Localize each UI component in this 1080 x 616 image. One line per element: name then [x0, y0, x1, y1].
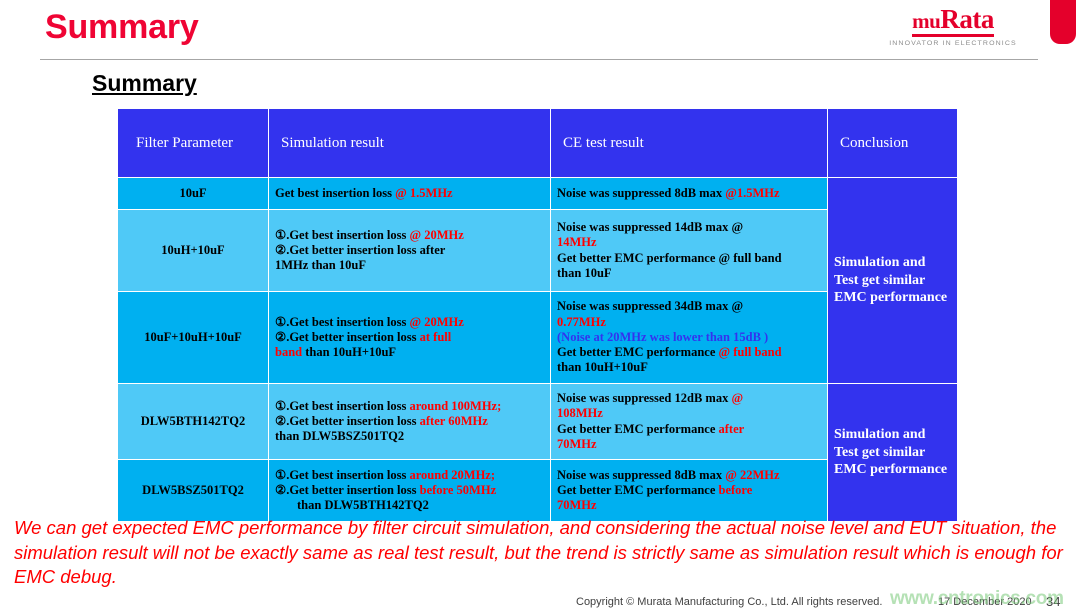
- cell-simulation-result: ①.Get best insertion loss around 20MHz; …: [268, 459, 551, 522]
- sim-line-1-highlight: around 20MHz;: [409, 467, 496, 482]
- table-row: 10uF Get best insertion loss @ 1.5MHz No…: [117, 177, 958, 384]
- ce-text-highlight: @1.5MHz: [725, 185, 780, 200]
- cell-simulation-result: Get best insertion loss @ 1.5MHz: [268, 177, 551, 210]
- cell-ce-test-result: Noise was suppressed 8dB max @ 22MHz Get…: [550, 459, 828, 522]
- sim-line-2-plain: ②.Get better insertion loss: [275, 413, 420, 428]
- sim-line-2-highlight: before 50MHz: [419, 482, 497, 497]
- cell-simulation-result: ①.Get best insertion loss @ 20MHz ②.Get …: [268, 209, 551, 292]
- sim-line-3-highlight: band: [275, 345, 303, 360]
- sim-line-2: ②.Get better insertion loss after: [275, 242, 446, 257]
- ce-line-1: Noise was suppressed 14dB max @: [557, 220, 744, 234]
- sim-line-1-plain: ①.Get best insertion loss: [275, 467, 410, 482]
- cell-ce-test-result: Noise was suppressed 14dB max @ 14MHz Ge…: [550, 209, 828, 292]
- cell-simulation-result: ①.Get best insertion loss around 100MHz;…: [268, 383, 551, 460]
- cell-filter-parameter: 10uH+10uF: [117, 209, 269, 292]
- sim-line-1-plain: ①.Get best insertion loss: [275, 398, 410, 413]
- sim-line-2-plain: ②.Get better insertion loss: [275, 329, 420, 344]
- ce-line-2-plain: Get better EMC performance: [557, 482, 719, 497]
- page-title: Summary: [45, 8, 199, 46]
- header-divider: [40, 59, 1038, 60]
- murata-wordmark: muRata: [912, 6, 994, 37]
- ce-line-3-note: (Noise at 20MHz was lower than 15dB ): [557, 329, 769, 344]
- sim-line-1-highlight: @ 20MHz: [409, 227, 464, 242]
- sim-text-highlight: @ 1.5MHz: [395, 185, 453, 200]
- ce-line-3-plain: Get better EMC performance: [557, 421, 719, 436]
- ce-line-1-highlight: @: [731, 391, 744, 405]
- ce-line-1-plain: Noise was suppressed 8dB max: [557, 467, 726, 482]
- table-header-row: Filter Parameter Simulation result CE te…: [117, 108, 958, 178]
- cell-ce-test-result: Noise was suppressed 8dB max @1.5MHz: [550, 177, 828, 210]
- cell-ce-test-result: Noise was suppressed 34dB max @ 0.77MHz …: [550, 291, 828, 384]
- ce-text-plain: Noise was suppressed 8dB max: [557, 185, 726, 200]
- ce-line-2-highlight: before: [718, 482, 753, 497]
- ce-line-3-highlight: 70MHz: [557, 498, 597, 513]
- ce-line-3: Get better EMC performance @ full band: [557, 250, 782, 265]
- ce-line-4-highlight: @ full band: [718, 345, 782, 360]
- sim-line-3: than DLW5BSZ501TQ2: [275, 429, 405, 444]
- cell-filter-parameter: 10uF+10uH+10uF: [117, 291, 269, 384]
- section-heading: Summary: [92, 70, 197, 96]
- column-header-filter-parameter: Filter Parameter: [117, 108, 269, 178]
- ce-line-4-plain: Get better EMC performance: [557, 345, 719, 360]
- cell-filter-parameter: DLW5BTH142TQ2: [117, 383, 269, 460]
- cell-ce-test-result: Noise was suppressed 12dB max @ 108MHz G…: [550, 383, 828, 460]
- ce-line-1: Noise was suppressed 34dB max @: [557, 299, 744, 314]
- logo-mark-suffix: Rata: [940, 4, 994, 34]
- murata-logo: muRata INNOVATOR IN ELECTRONICS: [878, 6, 1028, 47]
- sim-line-1-highlight: around 100MHz;: [409, 398, 502, 413]
- sim-line-1-plain: ①.Get best insertion loss: [275, 314, 410, 329]
- column-header-simulation-result: Simulation result: [268, 108, 551, 178]
- cell-simulation-result: ①.Get best insertion loss @ 20MHz ②.Get …: [268, 291, 551, 384]
- ce-line-1-highlight: @ 22MHz: [725, 467, 780, 482]
- sim-text-plain: Get best insertion loss: [275, 185, 396, 200]
- murata-flag-icon: [1050, 0, 1076, 44]
- column-header-ce-test-result: CE test result: [550, 108, 828, 178]
- ce-line-2-highlight: 0.77MHz: [557, 314, 606, 329]
- closing-statement: We can get expected EMC performance by f…: [14, 517, 1063, 588]
- cell-conclusion-bottom: Simulation and Test get similar EMC perf…: [827, 383, 958, 522]
- copyright-text: Copyright © Murata Manufacturing Co., Lt…: [576, 596, 883, 608]
- ce-line-5: than 10uH+10uF: [557, 360, 648, 375]
- sim-line-1-highlight: @ 20MHz: [409, 314, 464, 329]
- sim-line-3: 1MHz than 10uF: [275, 258, 366, 273]
- cell-filter-parameter: 10uF: [117, 177, 269, 210]
- ce-line-2-highlight: 108MHz: [557, 406, 603, 421]
- cell-conclusion-top: Simulation and Test get similar EMC perf…: [827, 177, 958, 384]
- logo-mark-prefix: mu: [912, 9, 941, 33]
- ce-line-4: than 10uF: [557, 265, 612, 280]
- cell-filter-parameter: DLW5BSZ501TQ2: [117, 459, 269, 522]
- sim-line-1-plain: ①.Get best insertion loss: [275, 227, 410, 242]
- ce-line-2-highlight: 14MHz: [557, 235, 597, 250]
- sim-line-2-highlight: at full: [419, 329, 452, 344]
- murata-tagline: INNOVATOR IN ELECTRONICS: [889, 40, 1017, 47]
- sim-line-2-highlight: after 60MHz: [419, 413, 488, 428]
- ce-line-4-highlight: 70MHz: [557, 436, 597, 451]
- ce-line-1-plain: Noise was suppressed 12dB max: [557, 391, 732, 405]
- column-header-conclusion: Conclusion: [827, 108, 958, 178]
- ce-line-3-highlight: after: [718, 421, 745, 436]
- sim-line-2-plain: ②.Get better insertion loss: [275, 482, 420, 497]
- watermark: www.cntronics.com: [890, 588, 1064, 609]
- table-row: DLW5BTH142TQ2 ①.Get best insertion loss …: [117, 383, 958, 522]
- summary-table: Filter Parameter Simulation result CE te…: [117, 108, 958, 522]
- sim-line-3: than DLW5BTH142TQ2: [297, 498, 429, 513]
- sim-line-3-plain: than 10uH+10uF: [302, 345, 397, 360]
